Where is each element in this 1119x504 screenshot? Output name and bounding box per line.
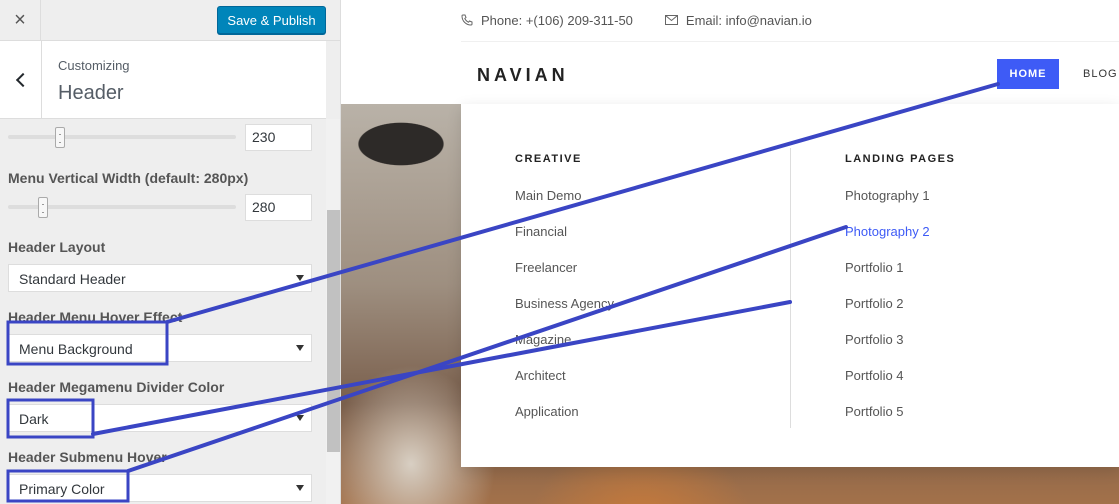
megamenu-link[interactable]: Portfolio 2 — [845, 296, 904, 311]
hover-effect-select[interactable]: Menu Background — [8, 334, 312, 362]
megamenu-dropdown: CREATIVE Main Demo Financial Freelancer … — [461, 104, 1119, 467]
site-preview: Phone: +(106) 209-311-50 Email: info@nav… — [341, 0, 1119, 504]
menu-height-input[interactable]: 230 — [245, 124, 312, 151]
megamenu-link[interactable]: Magazine — [515, 332, 571, 347]
phone-icon — [461, 14, 473, 26]
menu-vertical-width-slider-handle[interactable] — [38, 197, 48, 218]
submenu-hover-label: Header Submenu Hover — [8, 449, 167, 465]
divider-color-select[interactable]: Dark — [8, 404, 312, 432]
megamenu-link[interactable]: Financial — [515, 224, 567, 239]
hover-effect-value: Menu Background — [19, 341, 133, 357]
menu-vertical-width-label: Menu Vertical Width (default: 280px) — [8, 170, 249, 186]
menu-vertical-width-input[interactable]: 280 — [245, 194, 312, 221]
section-title: Header — [58, 82, 124, 104]
megamenu-link[interactable]: Application — [515, 404, 579, 419]
customizer-topbar: × Save & Publish — [0, 0, 340, 41]
contact-phone: Phone: +(106) 209-311-50 — [461, 13, 633, 28]
header-layout-select[interactable]: Standard Header — [8, 264, 312, 292]
phone-text[interactable]: Phone: +(106) 209-311-50 — [481, 13, 633, 28]
megamenu-link[interactable]: Architect — [515, 368, 566, 383]
section-header: Customizing Header — [0, 41, 326, 119]
customizer-panel: × Save & Publish Customizing Header 230 … — [0, 0, 341, 504]
submenu-hover-value: Primary Color — [19, 481, 105, 497]
save-publish-button[interactable]: Save & Publish — [217, 6, 326, 34]
contact-bar: Phone: +(106) 209-311-50 Email: info@nav… — [461, 0, 844, 40]
megamenu-divider — [790, 148, 791, 428]
email-text[interactable]: Email: info@navian.io — [686, 13, 812, 28]
site-logo[interactable]: NAVIAN — [477, 65, 569, 86]
megamenu-link[interactable]: Photography 1 — [845, 188, 930, 203]
megamenu-link[interactable]: Main Demo — [515, 188, 581, 203]
megamenu-link[interactable]: Portfolio 5 — [845, 404, 904, 419]
chevron-down-icon — [296, 275, 304, 281]
divider-color-value: Dark — [19, 411, 49, 427]
megamenu-link[interactable]: Business Agency — [515, 296, 614, 311]
megamenu-link-active[interactable]: Photography 2 — [845, 224, 930, 239]
breadcrumb: Customizing — [58, 58, 130, 73]
nav-blog[interactable]: BLOG — [1083, 59, 1118, 89]
chevron-down-icon — [296, 415, 304, 421]
megamenu-link[interactable]: Freelancer — [515, 260, 577, 275]
megamenu-link[interactable]: Portfolio 1 — [845, 260, 904, 275]
megamenu-heading-creative: CREATIVE — [515, 153, 582, 165]
contact-email: Email: info@navian.io — [664, 13, 812, 28]
divider-color-label: Header Megamenu Divider Color — [8, 379, 225, 395]
header-layout-label: Header Layout — [8, 239, 106, 255]
megamenu-link[interactable]: Portfolio 4 — [845, 368, 904, 383]
panel-scrollbar-thumb[interactable] — [327, 210, 340, 452]
envelope-icon — [664, 15, 678, 25]
megamenu-link[interactable]: Portfolio 3 — [845, 332, 904, 347]
site-navbar: NAVIAN HOME BLOG — [461, 41, 1119, 103]
nav-home[interactable]: HOME — [997, 59, 1059, 89]
chevron-down-icon — [296, 345, 304, 351]
megamenu-heading-landing: LANDING PAGES — [845, 153, 956, 165]
hover-effect-label: Header Menu Hover Effect — [8, 309, 183, 325]
menu-height-slider[interactable] — [8, 135, 236, 139]
header-layout-value: Standard Header — [19, 271, 126, 287]
back-arrow-icon[interactable] — [0, 41, 42, 119]
submenu-hover-select[interactable]: Primary Color — [8, 474, 312, 502]
close-icon[interactable]: × — [0, 0, 41, 41]
chevron-down-icon — [296, 485, 304, 491]
menu-height-slider-handle[interactable] — [55, 127, 65, 148]
